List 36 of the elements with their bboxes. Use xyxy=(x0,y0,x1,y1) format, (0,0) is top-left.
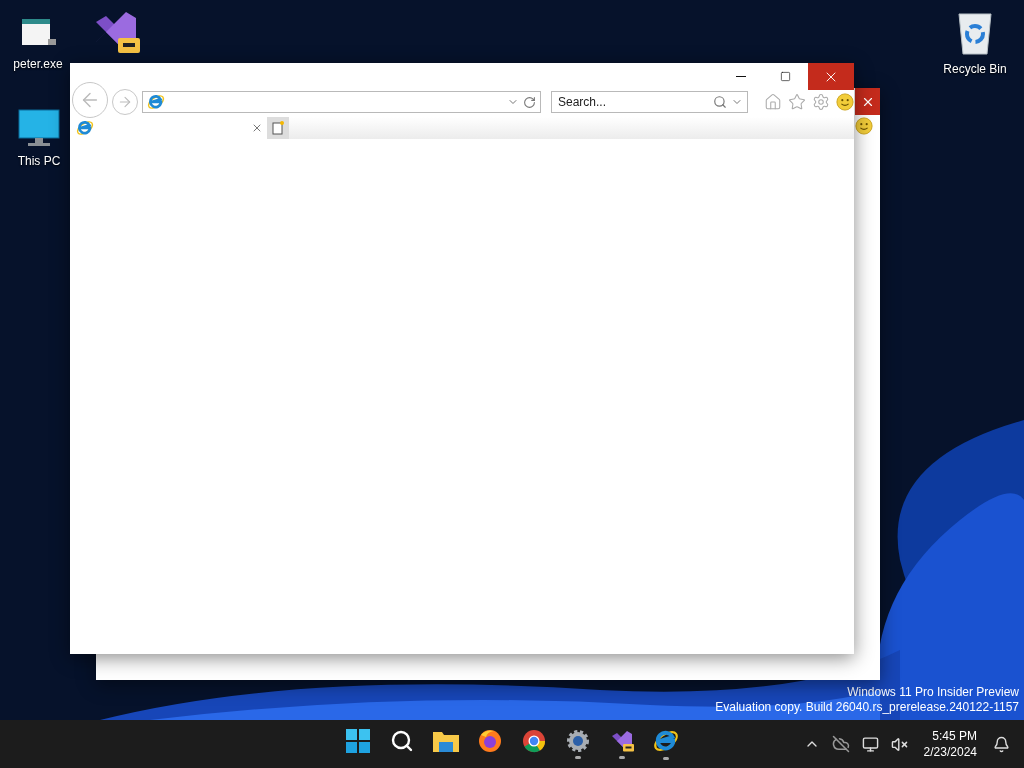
search-icon[interactable] xyxy=(713,95,727,109)
icon-label: Recycle Bin xyxy=(943,62,1007,76)
search-icon xyxy=(390,729,414,753)
volume-muted-icon[interactable] xyxy=(890,735,908,753)
monitor-icon[interactable] xyxy=(17,108,61,148)
bell-icon[interactable] xyxy=(993,735,1010,753)
star-icon[interactable] xyxy=(788,93,806,111)
maximize-icon xyxy=(780,71,791,82)
cloud-off-icon[interactable] xyxy=(831,735,850,753)
refresh-icon[interactable] xyxy=(523,95,536,109)
close-button[interactable] xyxy=(855,88,880,115)
windows-icon xyxy=(346,729,370,753)
search-box[interactable]: Search... xyxy=(551,91,748,113)
ie-icon xyxy=(653,728,679,754)
gear-icon xyxy=(566,729,590,753)
firefox-icon xyxy=(478,729,502,753)
ie-icon xyxy=(147,93,165,111)
folder-icon xyxy=(433,730,459,752)
ie-icon xyxy=(76,119,94,137)
smiley-icon[interactable] xyxy=(855,117,873,135)
date-text: 2/23/2024 xyxy=(923,744,977,760)
minimize-icon xyxy=(735,76,746,77)
chrome-icon xyxy=(522,729,546,753)
new-tab-button[interactable] xyxy=(267,117,289,139)
icon-label: This PC xyxy=(17,154,61,168)
watermark-text: Windows 11 Pro Insider Preview xyxy=(847,685,1019,700)
smiley-icon[interactable] xyxy=(836,93,854,111)
visual-studio-icon[interactable] xyxy=(610,729,634,753)
clock[interactable]: 5:45 PM 2/23/2024 xyxy=(919,728,981,760)
network-icon[interactable] xyxy=(861,735,879,753)
time-text: 5:45 PM xyxy=(932,728,977,744)
watermark-text: Evaluation copy. Build 26040.rs_prerelease.240122-1157 xyxy=(715,700,1019,715)
new-page-icon xyxy=(272,121,284,135)
close-icon[interactable] xyxy=(251,122,263,134)
icon-label: peter.exe xyxy=(13,57,63,71)
address-field[interactable] xyxy=(142,91,541,113)
